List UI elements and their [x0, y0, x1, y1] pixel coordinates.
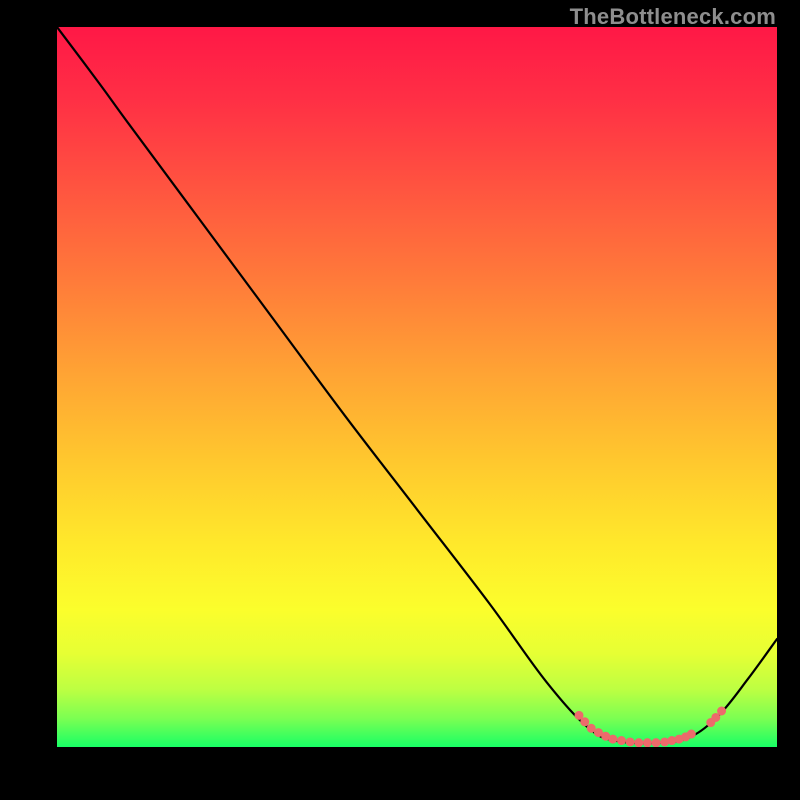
data-marker [668, 737, 676, 745]
chart-plot-area [57, 27, 777, 747]
data-marker [617, 737, 625, 745]
gradient-background [57, 27, 777, 747]
data-marker [712, 713, 720, 721]
chart-svg [57, 27, 777, 747]
data-marker [652, 739, 660, 747]
data-marker [581, 718, 589, 726]
data-marker [687, 730, 695, 738]
data-marker [635, 739, 643, 747]
data-marker [587, 724, 595, 732]
data-marker [575, 711, 583, 719]
data-marker [626, 738, 634, 746]
data-marker [718, 707, 726, 715]
chart-container: TheBottleneck.com [0, 0, 800, 800]
data-marker [661, 738, 669, 746]
data-marker [609, 735, 617, 743]
data-marker [643, 739, 651, 747]
